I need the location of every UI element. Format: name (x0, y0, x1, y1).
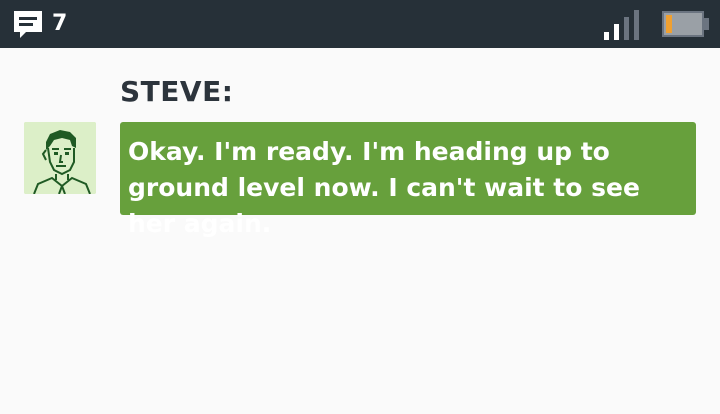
avatar (24, 122, 96, 194)
message-bubble-icon[interactable] (12, 8, 44, 40)
dialogue-text: Okay. I'm ready. I'm heading up to groun… (128, 137, 640, 238)
message-count: 7 (52, 11, 68, 36)
status-bar: 7 (0, 0, 720, 48)
speaker-name: STEVE: (120, 75, 234, 108)
battery-low-icon (662, 11, 709, 37)
steve-portrait-icon (24, 122, 96, 194)
dialogue-bubble[interactable]: Okay. I'm ready. I'm heading up to groun… (120, 122, 696, 238)
signal-strength-icon (604, 10, 639, 40)
